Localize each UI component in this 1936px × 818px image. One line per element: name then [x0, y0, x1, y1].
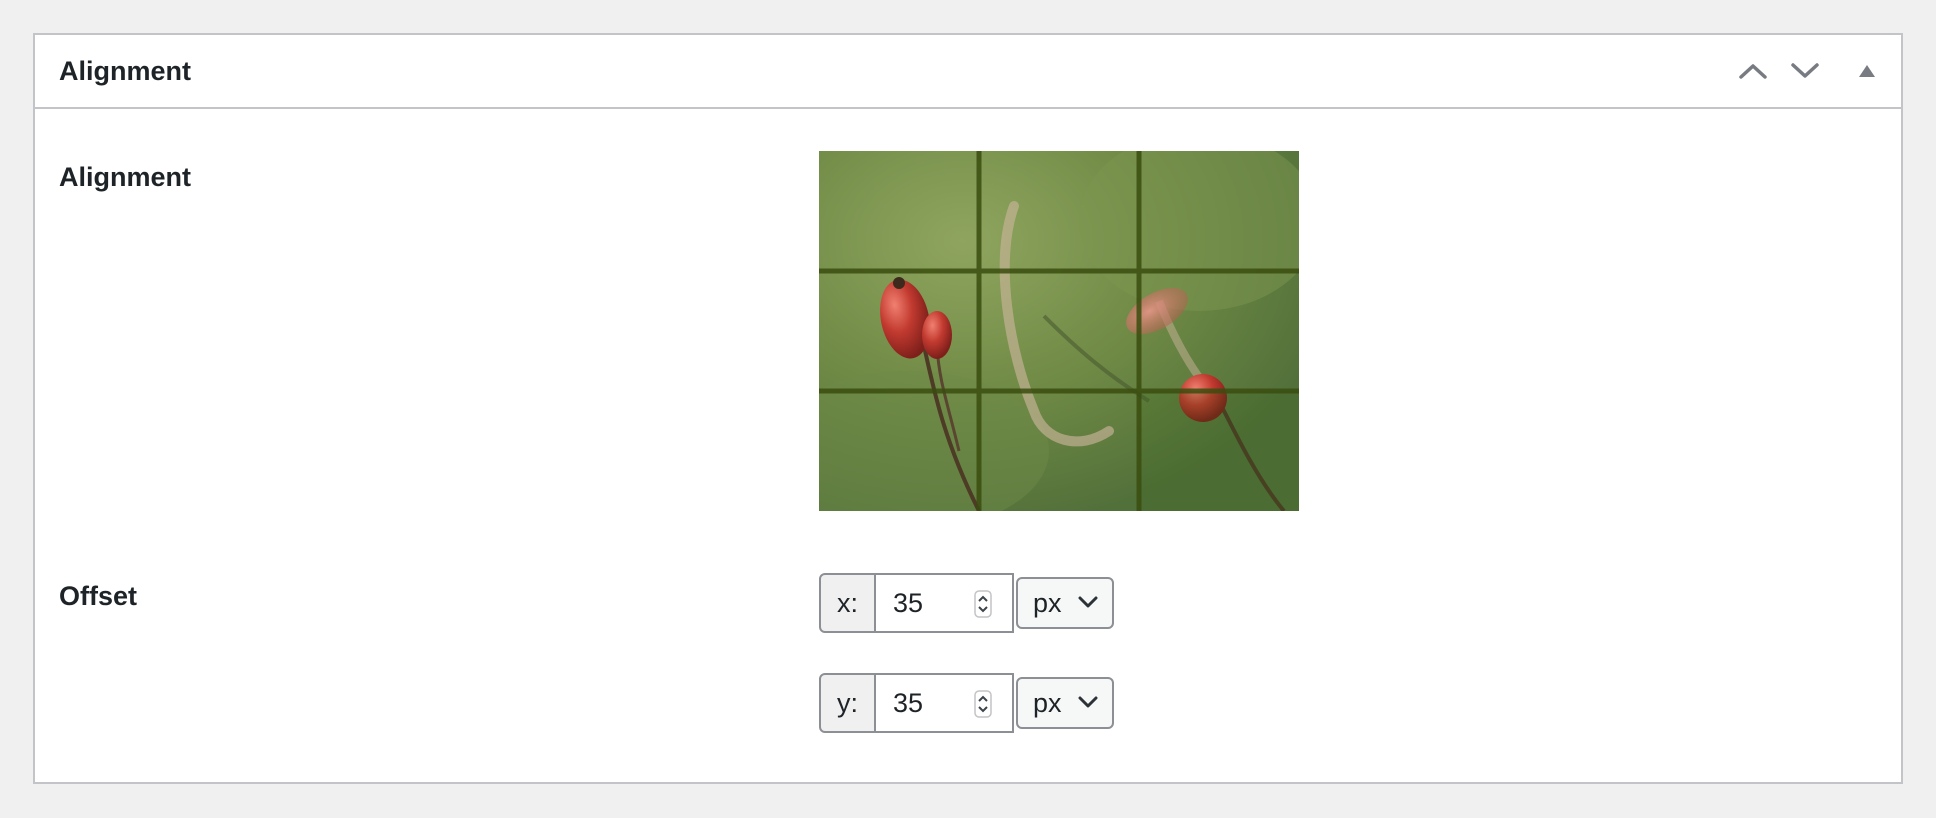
offset-x-unit: px: [1033, 588, 1062, 618]
offset-x-input[interactable]: 35: [874, 573, 1014, 633]
rosehip-berry-2: [922, 311, 952, 359]
move-up-button[interactable]: [1731, 49, 1775, 93]
offset-y-value: 35: [893, 688, 924, 718]
triangle-up-icon: [1859, 65, 1875, 77]
selected-cell-highlight: [1139, 391, 1299, 511]
alignment-panel: Alignment Alignment Offset x: 35 px y: 3…: [33, 33, 1903, 784]
offset-x-value: 35: [893, 588, 924, 618]
toggle-panel-button[interactable]: [1845, 49, 1889, 93]
alignment-grid-picker[interactable]: [819, 151, 1299, 511]
alignment-field-label: Alignment: [59, 162, 191, 192]
offset-y-addon: y:: [819, 673, 876, 733]
offset-field-label: Offset: [59, 581, 138, 611]
offset-x-unit-select[interactable]: px: [1016, 577, 1114, 629]
chevron-down-icon: [1791, 63, 1819, 78]
chevron-down-icon: [1078, 696, 1098, 708]
spinner-icon[interactable]: [974, 590, 992, 618]
offset-y-unit-select[interactable]: px: [1016, 677, 1114, 729]
panel-header: Alignment: [35, 35, 1901, 109]
spinner-icon[interactable]: [974, 690, 992, 718]
offset-y-input[interactable]: 35: [874, 673, 1014, 733]
chevron-down-icon: [1078, 596, 1098, 608]
chevron-up-icon: [1739, 64, 1767, 79]
offset-x-addon: x:: [819, 573, 876, 633]
move-down-button[interactable]: [1783, 49, 1827, 93]
panel-title: Alignment: [59, 56, 191, 86]
offset-y-unit: px: [1033, 688, 1062, 718]
